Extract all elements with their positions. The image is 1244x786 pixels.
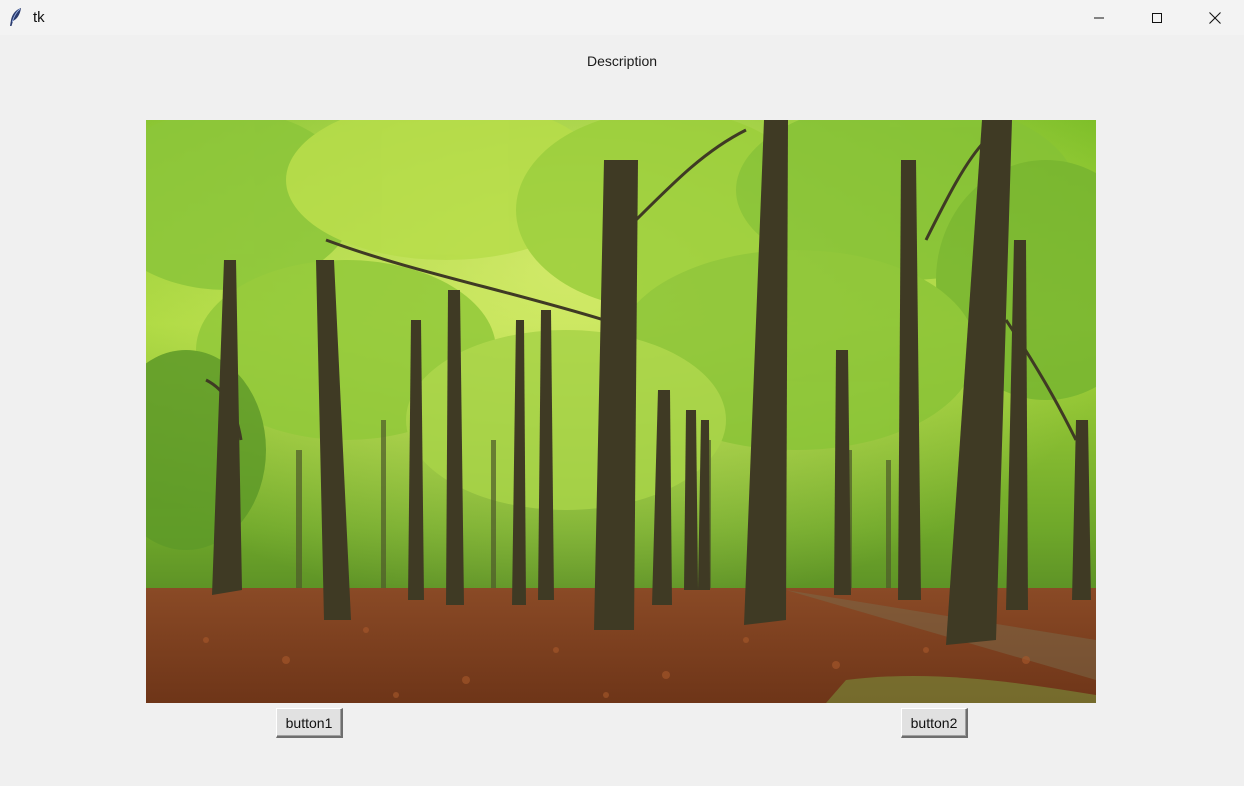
close-icon [1209, 11, 1221, 24]
forest-image [146, 120, 1096, 703]
description-label: Description [586, 53, 658, 69]
close-button[interactable] [1186, 0, 1244, 35]
feather-icon [8, 7, 24, 27]
app-window: tk Description button1 button2 [0, 0, 1244, 786]
maximize-icon [1152, 12, 1162, 23]
button2[interactable]: button2 [901, 708, 968, 738]
minimize-button[interactable] [1070, 0, 1128, 35]
title-bar[interactable]: tk [0, 0, 1244, 35]
minimize-icon [1094, 17, 1104, 18]
maximize-button[interactable] [1128, 0, 1186, 35]
button1[interactable]: button1 [276, 708, 343, 738]
window-title: tk [33, 9, 45, 26]
